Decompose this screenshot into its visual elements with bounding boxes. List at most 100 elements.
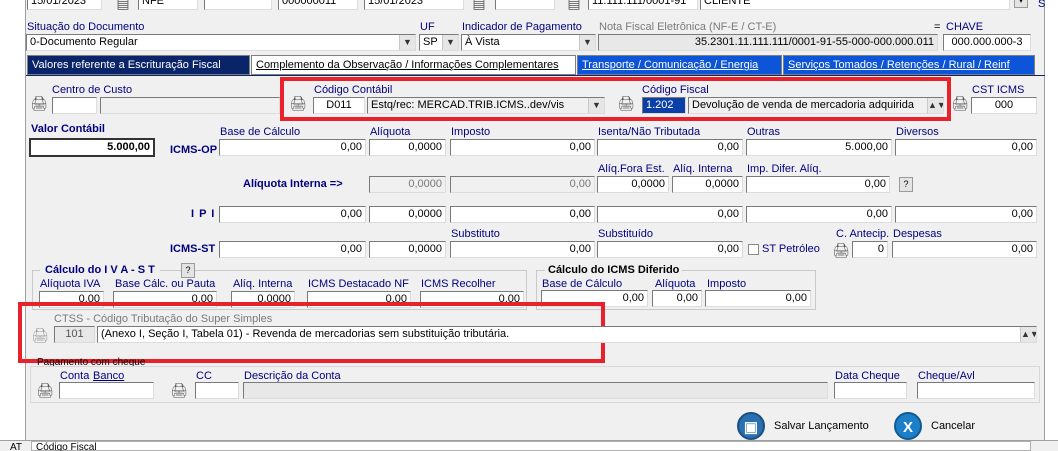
ctss-desc: (Anexo I, Seção I, Tabela 01) - Revenda … [101, 328, 510, 340]
tab-escrituracao-fiscal[interactable]: Valores referente a Escrituração Fiscal [27, 55, 250, 75]
conta-banco-field[interactable] [59, 382, 154, 399]
imp-difer-label: Imp. Difer. Alíq. [747, 163, 822, 175]
nfe-field: 35.2301.11.111.111/0001-91-55-000-000.00… [598, 34, 938, 51]
substituto-field[interactable]: 0,00 [450, 241, 595, 258]
calendar-icon-2[interactable]: ▤ [470, 0, 488, 11]
data-cheque-field[interactable] [834, 382, 907, 399]
ipi-aliquota-field[interactable]: 0,0000 [369, 206, 446, 223]
close-icon: X [894, 412, 922, 440]
date-emissao-field[interactable]: 15/01/2023 [27, 0, 102, 10]
ipi-outras-field[interactable]: 0,00 [746, 206, 892, 223]
codigo-contabil-select[interactable]: Estq/rec: MERCAD.TRIB.ICMS..dev/vis ▼ [367, 97, 605, 114]
icms-op-aliquota-field[interactable]: 0,0000 [369, 139, 446, 156]
icms-st-aliquota-field[interactable]: 0,0000 [369, 241, 446, 258]
chave-label: CHAVE [946, 21, 984, 33]
iva-help-button[interactable]: ? [181, 263, 195, 278]
icms-op-outras-field[interactable]: 5.000,00 [746, 139, 892, 156]
situacao-select[interactable]: 0-Documento Regular ▼ [26, 34, 416, 51]
date-entrada-field[interactable]: 15/01/2023 [364, 0, 464, 10]
chevron-down-icon[interactable]: ▲▼ [927, 98, 943, 113]
cc-field[interactable] [195, 382, 239, 399]
chevron-down-icon[interactable]: ▼ [442, 35, 458, 50]
save-button[interactable]: ▣ Salvar Lançamento [737, 410, 877, 442]
codigo-contabil-label: Código Contábil [314, 84, 393, 96]
cancel-button[interactable]: X Cancelar [894, 410, 994, 442]
ctss-code-field[interactable]: 101 [54, 326, 95, 343]
centro-custo-code[interactable] [52, 97, 97, 114]
st-petroleo-checkbox[interactable] [748, 244, 759, 255]
printer-icon[interactable]: 🖨 [289, 95, 307, 111]
printer-icon[interactable]: 🖨 [30, 95, 48, 111]
situacao-label: Situação do Documento [27, 21, 145, 33]
icms-op-imposto-field[interactable]: 0,00 [450, 139, 595, 156]
despesas-label: Despesas [893, 228, 942, 240]
tab-servicos-tomados[interactable]: Serviços Tomados / Retenções / Rural / R… [783, 55, 1035, 75]
diferido-aliq-field[interactable]: 0,00 [652, 290, 702, 307]
icms-st-base-field[interactable]: 0,00 [219, 241, 366, 258]
outras-label: Outras [747, 126, 781, 138]
status-text: Código Fiscal [36, 442, 97, 451]
aliq-interna-v2: 0,00 [450, 176, 595, 193]
cheque-avl-field[interactable] [917, 382, 1035, 399]
conta-label: Conta [60, 370, 90, 382]
despesas-field[interactable]: 0,00 [892, 241, 1037, 258]
c-antecip-field[interactable]: 0 [852, 241, 888, 258]
printer-icon[interactable]: 🖨 [31, 327, 49, 343]
chevron-down-icon[interactable]: ▼ [588, 98, 604, 113]
scroll-down-button[interactable]: ▾ [1014, 0, 1028, 8]
uf-value: SP [423, 36, 438, 48]
imp-difer-field[interactable]: 0,00 [746, 176, 890, 193]
icms-op-base-field[interactable]: 0,00 [219, 139, 366, 156]
chevron-down-icon[interactable]: ▼ [399, 35, 415, 50]
printer-icon[interactable]: 🖨 [951, 95, 969, 111]
empty-field[interactable] [495, 0, 555, 10]
substituido-field[interactable]: 0,00 [597, 241, 743, 258]
iva-interna-label: Alíq. Interna [233, 278, 293, 290]
help-button[interactable]: ? [899, 177, 913, 192]
icms-st-label: ICMS-ST [170, 243, 216, 255]
codigo-fiscal-code[interactable]: 1.202 [642, 97, 686, 114]
printer-icon[interactable]: 🖨 [36, 382, 54, 398]
cliente-field[interactable]: CLIENTE [700, 0, 1010, 10]
uf-select[interactable]: SP ▼ [419, 34, 459, 51]
pagamento-select[interactable]: À Vista ▼ [461, 34, 596, 51]
printer-icon[interactable]: 🖨 [170, 382, 188, 398]
ipi-isenta-field[interactable]: 0,00 [597, 206, 743, 223]
aliq-fora-field[interactable]: 0,0000 [597, 176, 669, 193]
numero-field[interactable]: 000000011 [278, 0, 358, 10]
status-left: AT [10, 442, 23, 451]
ctss-label: CTSS - Código Tributação do Super Simple… [54, 313, 273, 325]
aliquota-interna-label: Alíquota Interna => [243, 178, 343, 190]
nfe-label: Nota Fiscal Eletrônica (NF-E / CT-E) [599, 21, 777, 33]
ipi-diversos-field[interactable]: 0,00 [895, 206, 1037, 223]
ipi-imposto-field[interactable]: 0,00 [450, 206, 595, 223]
ipi-base-field[interactable]: 0,00 [219, 206, 366, 223]
chevron-down-icon[interactable]: ▼ [579, 35, 595, 50]
codigo-contabil-desc: Estq/rec: MERCAD.TRIB.ICMS..dev/vis [371, 99, 565, 111]
printer-icon[interactable]: 🖨 [617, 95, 635, 111]
serie-field[interactable] [204, 0, 272, 10]
iva-base-label: Base Cálc. ou Pauta [115, 278, 216, 290]
calendar-icon[interactable]: ▤ [114, 0, 132, 11]
aliq-interna-field[interactable]: 0,0000 [672, 176, 743, 193]
diferido-base-label: Base de Cálculo [542, 278, 623, 290]
valor-contabil-field[interactable]: 5.000,00 [29, 138, 155, 157]
ipi-label: I P I [191, 208, 216, 220]
diferido-imposto-field[interactable]: 0,00 [705, 290, 811, 307]
diferido-aliq-label: Alíquota [655, 278, 696, 290]
icms-op-isenta-field[interactable]: 0,00 [597, 139, 743, 156]
tab-complemento-observacao[interactable]: Complemento da Observação / Informações … [251, 55, 576, 75]
codigo-fiscal-select[interactable]: Devolução de venda de mercadoria adquiri… [688, 97, 944, 114]
icms-op-diversos-field[interactable]: 0,00 [895, 139, 1037, 156]
tab-transporte[interactable]: Transporte / Comunicação / Energia [577, 55, 782, 75]
codigo-contabil-code[interactable]: D011 [313, 97, 365, 114]
search-icon[interactable]: ▤ [565, 0, 583, 11]
ctss-select[interactable]: (Anexo I, Seção I, Tabela 01) - Revenda … [97, 326, 1037, 343]
printer-icon[interactable]: 🖨 [832, 242, 850, 258]
cnpj-field[interactable]: 11.111.111/0001-91 [588, 0, 698, 10]
chave-field[interactable]: 000.000.000-3 [943, 34, 1031, 51]
valor-contabil-label: Valor Contábil [31, 123, 105, 135]
cst-icms-field[interactable]: 000 [971, 97, 1037, 114]
modelo-field[interactable]: NFE [138, 0, 198, 10]
chevron-down-icon[interactable]: ▲▼ [1020, 327, 1036, 342]
